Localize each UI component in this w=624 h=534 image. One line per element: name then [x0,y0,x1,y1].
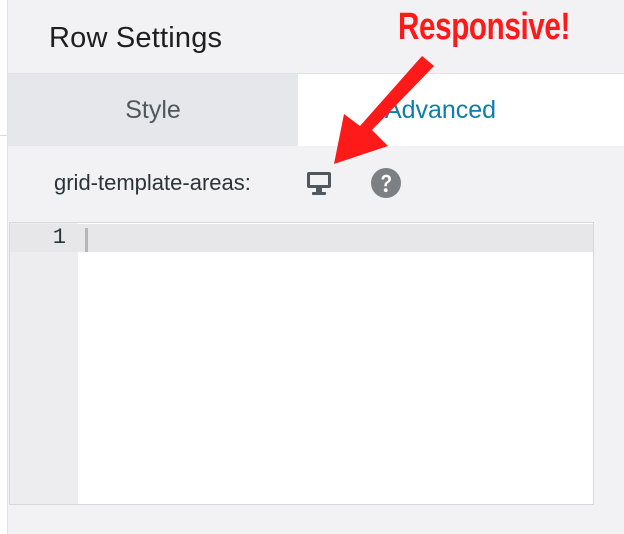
code-editor[interactable]: 1 [9,222,594,505]
panel-title: Row Settings [49,22,223,54]
tab-style-label: Style [125,95,181,124]
question-circle-icon[interactable] [370,167,402,199]
active-line-highlight [10,224,593,252]
line-gutter [10,223,78,504]
grid-template-areas-field: grid-template-areas: [8,160,624,206]
line-number: 1 [52,225,66,250]
desktop-monitor-icon[interactable] [306,170,332,196]
tab-style[interactable]: Style [8,74,298,146]
divider [0,135,7,136]
field-label: grid-template-areas: [54,170,251,195]
tab-bar: Style Advanced [8,74,624,146]
page: Row Settings Style Advanced grid-templat… [0,0,624,534]
arrow-annotation-icon [334,56,434,164]
row-settings-panel: Row Settings Style Advanced grid-templat… [7,0,624,534]
annotation-label: Responsive! [398,6,570,48]
left-edge-strip [0,0,7,534]
text-cursor [85,228,88,252]
